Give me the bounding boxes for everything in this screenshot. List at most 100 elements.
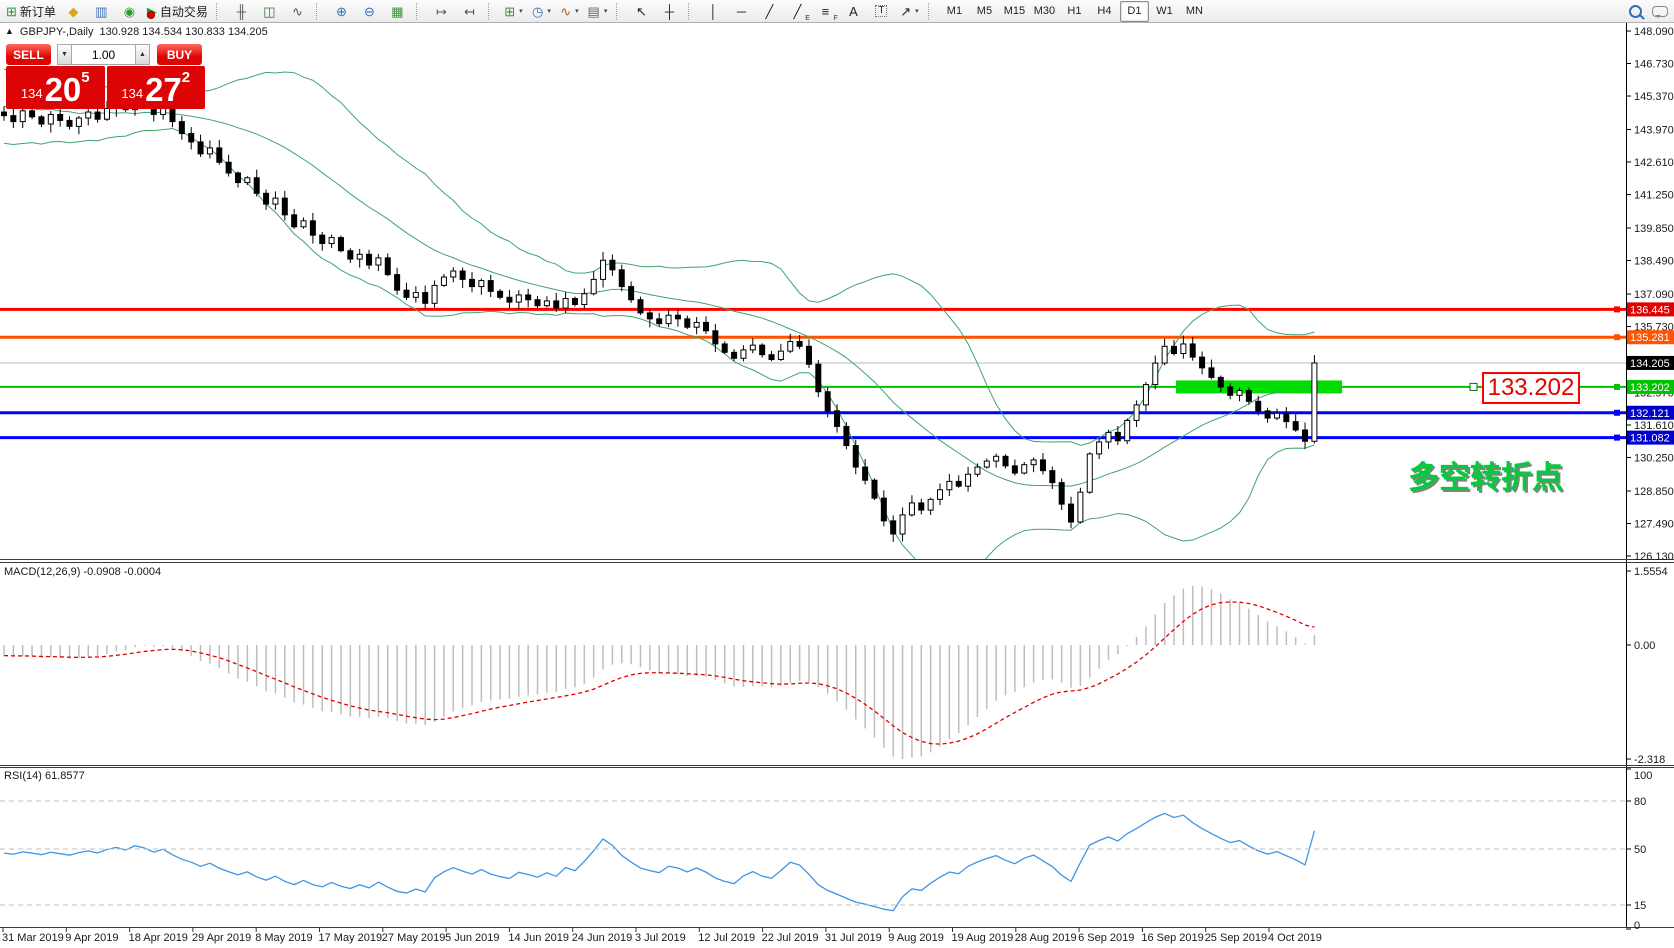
bear-candle <box>1069 504 1074 522</box>
axis-label: 131.082 <box>1630 433 1670 445</box>
bear-candle <box>507 297 512 302</box>
timeframe-m1[interactable]: M1 <box>940 1 969 22</box>
equidistant-channel-button[interactable]: ╱E <box>784 1 811 22</box>
bear-candle <box>1265 411 1270 418</box>
line-end-marker[interactable] <box>1614 410 1620 416</box>
bid-big-digits: 20 <box>45 75 82 105</box>
arrows-icon: ↗ <box>900 5 911 18</box>
timeframe-m5[interactable]: M5 <box>970 1 999 22</box>
green-line-handle[interactable] <box>1470 383 1477 390</box>
axis-label: 0 <box>1634 920 1640 932</box>
date-label: 5 Jun 2019 <box>445 932 499 944</box>
signals-button[interactable]: ◉ <box>116 1 143 22</box>
timeframe-h1[interactable]: H1 <box>1060 1 1089 22</box>
search-icon[interactable] <box>1629 5 1642 18</box>
bull-candle <box>329 238 334 244</box>
market-watch-button[interactable]: ▥ <box>88 1 115 22</box>
profiles-button[interactable]: ◷▾ <box>528 1 555 22</box>
bear-candle <box>1172 346 1177 353</box>
bull-candle <box>994 456 999 461</box>
volume-decrease-button[interactable]: ▼ <box>57 44 72 65</box>
timeframe-mn[interactable]: MN <box>1180 1 1209 22</box>
text-button[interactable]: A <box>840 1 867 22</box>
bollinger-upper-band <box>4 70 1314 446</box>
chat-icon[interactable] <box>1652 6 1668 17</box>
line-chart-button[interactable]: ∿ <box>284 1 311 22</box>
bear-candle <box>2 112 7 116</box>
bear-candle <box>732 352 737 358</box>
charts-button[interactable]: ◆ <box>60 1 87 22</box>
new-chart-button[interactable]: ⊞▾ <box>500 1 527 22</box>
bear-candle <box>198 142 203 154</box>
axis-label: 1.5554 <box>1634 566 1668 578</box>
text-icon: A <box>849 5 858 18</box>
line-end-marker[interactable] <box>1614 435 1620 441</box>
tile-windows-icon: ▦ <box>391 5 403 18</box>
bull-candle <box>1237 391 1242 396</box>
bar-chart-button[interactable]: ╫ <box>228 1 255 22</box>
bull-candle <box>666 315 671 323</box>
timeframe-m30[interactable]: M30 <box>1030 1 1059 22</box>
bear-candle <box>526 295 531 300</box>
ask-big-digits: 27 <box>145 75 182 105</box>
bear-candle <box>1050 471 1055 483</box>
line-end-marker[interactable] <box>1614 384 1620 390</box>
axis-label: 136.445 <box>1630 304 1670 316</box>
auto-scroll-button[interactable]: ↦ <box>428 1 455 22</box>
date-label: 18 Apr 2019 <box>129 932 188 944</box>
zoom-in-icon: ⊕ <box>336 5 347 18</box>
templates-button[interactable]: ▤▾ <box>584 1 611 22</box>
arrows-button[interactable]: ↗▾ <box>896 1 923 22</box>
volume-input[interactable] <box>72 44 135 65</box>
price-annotation-box[interactable]: 133.202 <box>1482 372 1580 404</box>
bear-candle <box>1115 432 1120 440</box>
bear-candle <box>610 260 615 270</box>
bear-candle <box>919 503 924 510</box>
text-label-button[interactable]: T <box>868 1 895 22</box>
cursor-button[interactable]: ↖ <box>628 1 655 22</box>
timeframe-w1[interactable]: W1 <box>1150 1 1179 22</box>
symbol-period-label: GBPJPY-,Daily <box>20 26 94 38</box>
autotrading-button[interactable]: ▶自动交易 <box>144 1 211 22</box>
bull-candle <box>1274 413 1279 418</box>
bid-price-display[interactable]: 134 20 5 <box>6 66 105 109</box>
line-end-marker[interactable] <box>1614 306 1620 312</box>
vertical-line-button[interactable]: │ <box>700 1 727 22</box>
ask-price-display[interactable]: 134 27 2 <box>107 66 206 109</box>
date-label: 6 Sep 2019 <box>1078 932 1134 944</box>
horizontal-line-button[interactable]: ─ <box>728 1 755 22</box>
mt4-window: ⊞新订单◆▥◉▶自动交易╫◫∿⊕⊖▦↦↤⊞▾◷▾∿▾▤▾↖┼│─╱╱E≡FAT↗… <box>0 0 1674 948</box>
volume-increase-button[interactable]: ▲ <box>135 44 150 65</box>
zoom-out-button[interactable]: ⊖ <box>356 1 383 22</box>
crosshair-button[interactable]: ┼ <box>656 1 683 22</box>
bear-candle <box>629 287 634 300</box>
axis-label: 139.850 <box>1634 223 1674 235</box>
timeframe-m15[interactable]: M15 <box>1000 1 1029 22</box>
bear-candle <box>657 319 662 324</box>
chart-shift-button[interactable]: ↤ <box>456 1 483 22</box>
bear-candle <box>891 521 896 534</box>
timeframe-h4[interactable]: H4 <box>1090 1 1119 22</box>
bear-candle <box>760 345 765 355</box>
candlestick-chart-button[interactable]: ◫ <box>256 1 283 22</box>
new-order-button[interactable]: ⊞新订单 <box>3 1 59 22</box>
line-chart-icon: ∿ <box>292 5 303 18</box>
axis-label: 138.490 <box>1634 256 1674 268</box>
timeframe-d1[interactable]: D1 <box>1120 1 1149 22</box>
trade-panel-collapse-icon[interactable]: ▲ <box>5 26 14 38</box>
fibonacci-button[interactable]: ≡F <box>812 1 839 22</box>
tile-windows-button[interactable]: ▦ <box>384 1 411 22</box>
zoom-in-button[interactable]: ⊕ <box>328 1 355 22</box>
indicators-button[interactable]: ∿▾ <box>556 1 583 22</box>
bull-candle <box>900 515 905 534</box>
bear-candle <box>470 279 475 286</box>
sell-button[interactable]: SELL <box>6 44 51 65</box>
buy-button[interactable]: BUY <box>157 44 202 65</box>
equidistant-channel-icon: ╱ <box>794 5 802 18</box>
trendline-button[interactable]: ╱ <box>756 1 783 22</box>
bull-candle <box>1125 420 1130 440</box>
auto-scroll-icon: ↦ <box>436 5 447 18</box>
line-end-marker[interactable] <box>1614 334 1620 340</box>
bear-candle <box>95 112 100 119</box>
bear-candle <box>685 319 690 327</box>
